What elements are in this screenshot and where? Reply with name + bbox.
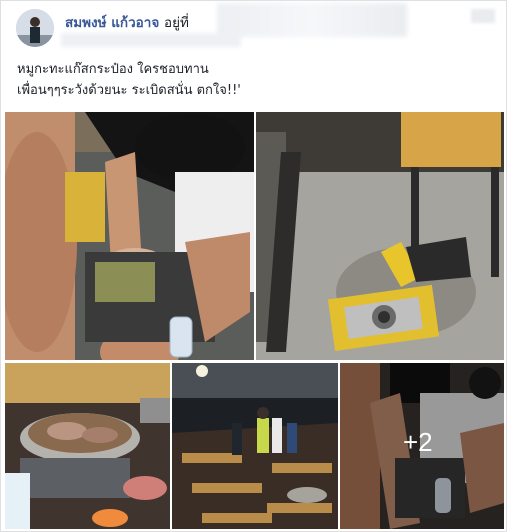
post-photo[interactable] (5, 112, 254, 360)
caption-line: เพื่อนๆๆระวังด้วยนะ ระเบิดสนั่น ตกใจ!!' (17, 83, 241, 98)
more-photos-count: +2 (403, 427, 433, 457)
post-photo[interactable] (5, 363, 170, 529)
post-photo[interactable] (172, 363, 338, 529)
blurred-region (217, 3, 407, 37)
author-name[interactable]: สมพงษ์ แก้วอาจ (65, 15, 159, 31)
post-photo-more[interactable]: +2 (340, 363, 504, 529)
caption-line: หมูกะทะแก๊สกระป๋อง ใครชอบทาน (17, 62, 209, 77)
author-name-line[interactable]: สมพงษ์ แก้วอาจ อยู่ที่ (65, 11, 189, 33)
post-header: สมพงษ์ แก้วอาจ อยู่ที่ (1, 1, 507, 51)
location-prefix: อยู่ที่ (164, 15, 189, 31)
author-avatar[interactable] (16, 9, 54, 47)
blurred-region (61, 33, 241, 47)
blurred-region (471, 9, 495, 23)
post-photo[interactable] (256, 112, 504, 360)
post-card: สมพงษ์ แก้วอาจ อยู่ที่ หมูกะทะแก๊สกระป๋อ… (0, 0, 507, 532)
post-caption: หมูกะทะแก๊สกระป๋อง ใครชอบทาน เพื่อนๆๆระว… (17, 59, 487, 101)
